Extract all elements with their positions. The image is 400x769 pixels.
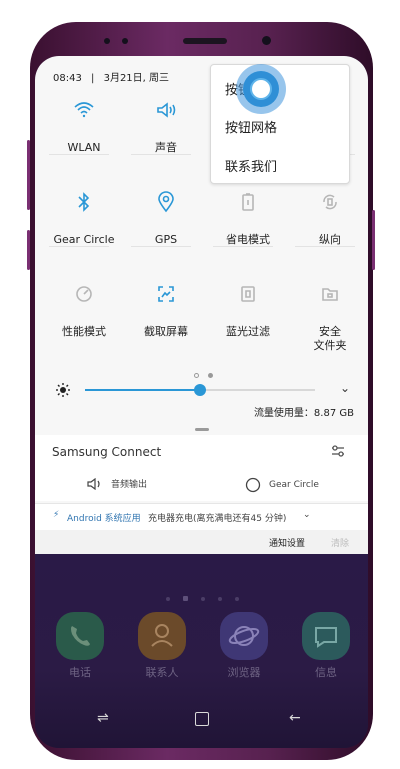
bixby-button: [27, 230, 30, 270]
data-usage: 流量使用量：8.87 GB: [253, 408, 354, 419]
settings-sliders-icon[interactable]: [330, 443, 346, 459]
tile-bluetooth[interactable]: Gear Circle: [43, 189, 125, 247]
tile-gps[interactable]: GPS: [125, 189, 207, 247]
samsung-connect-card: Samsung Connect 音频输出 Gear Circle: [35, 435, 368, 501]
tile-label: WLAN: [67, 141, 101, 154]
tile-label: 声音: [155, 141, 177, 154]
page-dot: [208, 373, 214, 378]
tile-label: 截取屏幕: [144, 325, 188, 338]
tile-label: 省电模式: [226, 233, 270, 246]
notification-app: Android 系统应用: [67, 514, 141, 524]
tile-screenshot[interactable]: 截取屏幕: [125, 281, 207, 339]
panel-handle[interactable]: [195, 428, 209, 431]
recents-icon[interactable]: ⇌: [97, 710, 109, 726]
page-dot: [201, 597, 206, 601]
blue-light-filter-icon: [235, 281, 261, 307]
chevron-down-icon[interactable]: ⌄: [303, 510, 311, 520]
browser-icon: [228, 626, 260, 646]
tile-performance[interactable]: 性能模式: [43, 281, 125, 339]
gear-circle-icon: [245, 477, 261, 493]
speaker-icon: [153, 97, 179, 123]
home-screen: 电话 联系人 浏览器 信息 ⇌ ←: [35, 554, 368, 748]
tile-secure-folder[interactable]: 安全 文件夹: [289, 281, 368, 353]
menu-item-contact-us[interactable]: 联系我们: [225, 156, 277, 175]
wifi-icon: [71, 97, 97, 123]
audio-output-label: 音频输出: [111, 480, 148, 490]
menu-item-button-grid[interactable]: 按钮网格: [225, 117, 277, 136]
messages-app[interactable]: [302, 612, 350, 660]
divider: [131, 246, 191, 247]
page-dot: [166, 597, 170, 601]
brightness-slider[interactable]: [194, 384, 206, 396]
app-label: 联系人: [145, 666, 179, 679]
tile-label: Gear Circle: [53, 233, 115, 246]
chevron-down-icon[interactable]: ⌄: [340, 381, 350, 395]
secure-folder-icon: [317, 281, 343, 307]
notification-settings-button[interactable]: 通知设置: [269, 536, 305, 549]
brightness-row: ⌄: [55, 379, 355, 399]
page-dot: [218, 597, 223, 601]
tile-rotation[interactable]: 纵向: [289, 189, 368, 247]
battery-saver-icon: [235, 189, 261, 215]
tile-power-saving[interactable]: 省电模式: [207, 189, 289, 247]
app-label: 信息: [315, 666, 337, 679]
page-dot: [194, 373, 199, 378]
back-icon[interactable]: ←: [289, 710, 301, 726]
sensor: [104, 38, 110, 44]
tile-label: 性能模式: [62, 325, 106, 338]
gear-circle-label: Gear Circle: [269, 480, 319, 490]
tile-sound[interactable]: 声音: [125, 97, 207, 155]
location-icon: [153, 189, 179, 215]
volume-button: [27, 140, 30, 210]
home-page-indicator: [162, 586, 243, 605]
touch-indicator-core: [250, 78, 272, 100]
status-divider: |: [91, 73, 95, 84]
sensor: [122, 38, 128, 44]
home-dot-icon: [183, 596, 189, 601]
tile-label: 安全 文件夹: [313, 325, 347, 352]
rotate-icon: [317, 189, 343, 215]
notification-row[interactable]: ⚡ Android 系统应用 充电器充电(离充满电还有45 分钟) ⌄: [35, 503, 368, 530]
notification-footer: 通知设置 清除: [35, 530, 368, 554]
samsung-connect-title[interactable]: Samsung Connect: [52, 445, 161, 459]
tile-label: 蓝光过滤: [226, 325, 270, 338]
performance-icon: [71, 281, 97, 307]
divider: [295, 246, 355, 247]
bluetooth-icon: [71, 189, 97, 215]
divider: [213, 246, 273, 247]
speaker-icon: [87, 477, 100, 490]
contacts-app[interactable]: [138, 612, 186, 660]
divider: [131, 154, 191, 155]
page-dot: [235, 597, 240, 601]
tile-blue-light[interactable]: 蓝光过滤: [207, 281, 289, 339]
clear-button[interactable]: 清除: [331, 536, 349, 549]
app-label: 电话: [69, 666, 91, 679]
flash-icon: ⚡: [53, 510, 60, 520]
status-time: 08:43: [53, 73, 82, 84]
divider: [49, 246, 109, 247]
tile-wlan[interactable]: WLAN: [43, 97, 125, 155]
tile-label: 纵向: [319, 233, 341, 246]
brightness-icon: [56, 383, 70, 397]
notification-text: 充电器充电(离充满电还有45 分钟): [148, 514, 287, 524]
status-bar: 08:43 | 3月21日, 周三: [53, 69, 175, 84]
earpiece: [183, 38, 227, 44]
screenshot-icon: [153, 281, 179, 307]
messages-icon: [315, 627, 337, 648]
power-button: [372, 210, 375, 270]
tile-label: GPS: [154, 233, 178, 246]
front-camera: [262, 36, 271, 45]
gear-circle-button[interactable]: Gear Circle: [245, 477, 319, 493]
contacts-icon: [151, 624, 173, 647]
home-button-icon[interactable]: [195, 712, 209, 726]
phone-app[interactable]: [56, 612, 104, 660]
divider: [49, 154, 109, 155]
audio-output-button[interactable]: 音频输出: [87, 477, 147, 490]
navigation-bar: ⇌ ←: [35, 704, 368, 734]
app-label: 浏览器: [227, 666, 261, 679]
browser-app[interactable]: [220, 612, 268, 660]
brightness-fill: [85, 389, 200, 391]
phone-icon: [71, 626, 90, 646]
status-date: 3月21日, 周三: [103, 73, 170, 84]
